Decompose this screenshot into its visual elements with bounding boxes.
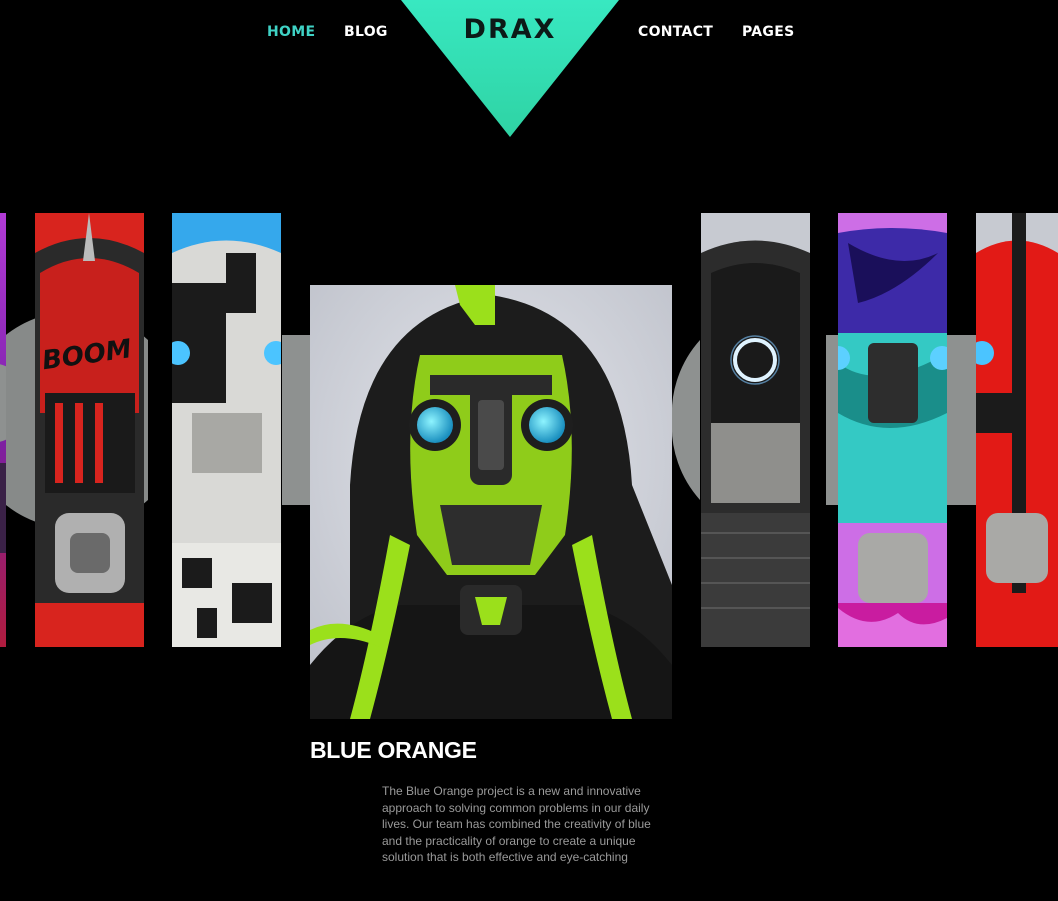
- gallery-item-red-boom-robot[interactable]: BOOM: [35, 213, 144, 647]
- gallery-item-red-black-robot[interactable]: [976, 213, 1058, 647]
- gallery-item-teal-magenta-robot[interactable]: [838, 213, 947, 647]
- nav-pages-link[interactable]: PAGES: [742, 24, 794, 40]
- page: DRAX HOME BLOG CONTACT PAGES BOOM BLUE O…: [0, 0, 1058, 901]
- nav-home-link[interactable]: HOME: [267, 24, 315, 40]
- featured-description: The Blue Orange project is a new and inn…: [382, 784, 651, 864]
- gallery-item-white-black-robot[interactable]: [172, 213, 281, 647]
- featured-title: BLUE ORANGE: [310, 737, 477, 763]
- gallery-item-purple-robot[interactable]: [0, 213, 6, 647]
- gallery-item-featured[interactable]: [310, 285, 672, 719]
- gallery-item-chrome-ring-robot[interactable]: [701, 213, 810, 647]
- logo-text[interactable]: DRAX: [401, 14, 619, 45]
- nav-contact-link[interactable]: CONTACT: [638, 24, 713, 40]
- nav-blog-link[interactable]: BLOG: [344, 24, 388, 40]
